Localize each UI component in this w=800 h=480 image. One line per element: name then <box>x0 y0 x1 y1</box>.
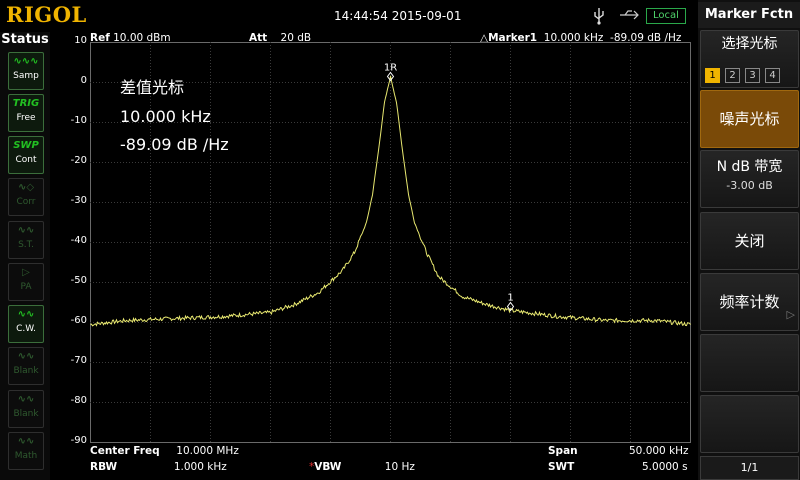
status-icon: ∿∿ <box>17 351 35 362</box>
top-bar: RIGOL 14:44:54 2015-09-01 Local <box>0 0 698 32</box>
status-icon: ▷ <box>22 267 30 278</box>
y-tick-label: -80 <box>70 395 87 406</box>
swt-value: 5.0000 s <box>642 461 688 473</box>
y-tick-label: -90 <box>70 435 87 446</box>
date-time: 14:44:54 2015-09-01 <box>334 9 462 23</box>
marker-number-selector: 1234 <box>705 63 785 83</box>
status-icon: ∿∿ <box>17 436 35 447</box>
marker-label: 1R <box>384 63 397 74</box>
status-button-cw[interactable]: ∿∿ C.W. <box>8 305 44 343</box>
status-button-free[interactable]: TRIG Free <box>8 94 44 132</box>
status-button-label: Corr <box>16 197 36 207</box>
status-icon: ∿∿ <box>17 394 35 405</box>
empty-key-2[interactable] <box>700 395 799 453</box>
vbw-readout: *VBW 10 Hz <box>309 461 415 473</box>
y-tick-label: -10 <box>70 115 87 126</box>
local-status-badge: Local <box>646 8 686 24</box>
empty-key-1[interactable] <box>700 334 799 392</box>
status-title: Status <box>1 32 49 47</box>
status-button-pa[interactable]: ▷ PA <box>8 263 44 301</box>
marker-number-1[interactable]: 1 <box>705 68 720 83</box>
y-tick-label: -60 <box>70 315 87 326</box>
status-button-label: S.T. <box>18 240 34 250</box>
delta-marker-title: 差值光标 <box>120 78 185 97</box>
usb-link-icon <box>620 10 639 20</box>
rbw-readout: RBW 1.000 kHz <box>90 461 227 473</box>
brand-logo: RIGOL <box>6 2 87 27</box>
ndb-bandwidth-value: -3.00 dB <box>726 179 773 192</box>
status-button-label: C.W. <box>16 324 36 334</box>
select-marker-label: 选择光标 <box>721 36 778 52</box>
status-button-cont[interactable]: SWP Cont <box>8 136 44 174</box>
status-button-label: Blank <box>13 409 39 419</box>
y-axis: 10 0 -10 -20 -30 -40 -50 -60 -70 -80 -90 <box>50 32 90 452</box>
y-tick-label: -40 <box>70 235 87 246</box>
swt-label: SWT <box>548 461 575 473</box>
off-key[interactable]: 关闭 <box>700 212 799 270</box>
status-icon: ∿◇ <box>17 182 35 193</box>
status-icon: SWP <box>13 140 39 151</box>
menu-page-indicator[interactable]: 1/1 <box>700 456 799 480</box>
delta-marker-level: -89.09 dB /Hz <box>120 135 229 154</box>
span-value: 50.000 kHz <box>629 445 689 457</box>
y-tick-label: -50 <box>70 275 87 286</box>
status-icon: ∿∿ <box>17 309 35 320</box>
status-button-label: Free <box>16 113 36 123</box>
status-button-math[interactable]: ∿∿ Math <box>8 432 44 470</box>
marker-number-4[interactable]: 4 <box>765 68 780 83</box>
status-button-label: Samp <box>13 71 39 81</box>
status-icon: TRIG <box>12 98 40 109</box>
status-icon: ∿∿∿ <box>13 56 39 67</box>
y-tick-label: 0 <box>80 75 87 86</box>
menu-title: Marker Fctn <box>698 2 800 28</box>
status-button-blank[interactable]: ∿∿ Blank <box>8 390 44 428</box>
y-tick-label: -20 <box>70 155 87 166</box>
select-marker-key[interactable]: 选择光标 1234 <box>700 30 799 88</box>
status-button-st[interactable]: ∿∿ S.T. <box>8 221 44 259</box>
submenu-arrow-icon: ▷ <box>786 308 795 321</box>
y-tick-label: -30 <box>70 195 87 206</box>
center-freq-readout: Center Freq 10.000 MHz <box>90 445 239 457</box>
y-tick-label: -70 <box>70 355 87 366</box>
status-button-samp[interactable]: ∿∿∿ Samp <box>8 52 44 90</box>
usb-icon <box>594 8 604 25</box>
span-label: Span <box>548 445 578 457</box>
marker-number-2[interactable]: 2 <box>725 68 740 83</box>
noise-marker-key[interactable]: 噪声光标 <box>700 90 799 148</box>
status-button-label: Blank <box>13 366 39 376</box>
status-icon: ∿∿ <box>17 225 35 236</box>
marker-number-3[interactable]: 3 <box>745 68 760 83</box>
status-button-corr[interactable]: ∿◇ Corr <box>8 178 44 216</box>
ndb-bandwidth-key[interactable]: N dB 带宽 -3.00 dB <box>700 150 799 208</box>
freq-count-key[interactable]: 频率计数 ▷ <box>700 273 799 331</box>
y-tick-label: 10 <box>74 35 87 46</box>
status-button-label: PA <box>20 282 32 292</box>
soft-key-menu: Marker Fctn 选择光标 1234 噪声光标 N dB 带宽 -3.00… <box>698 0 800 480</box>
status-button-label: Cont <box>15 155 37 165</box>
delta-marker-readout: 差值光标 10.000 kHz -89.09 dB /Hz <box>120 74 229 163</box>
marker-label: 1 <box>507 293 513 304</box>
status-button-label: Math <box>14 451 38 461</box>
status-button-blank[interactable]: ∿∿ Blank <box>8 347 44 385</box>
delta-marker-freq: 10.000 kHz <box>120 107 211 126</box>
